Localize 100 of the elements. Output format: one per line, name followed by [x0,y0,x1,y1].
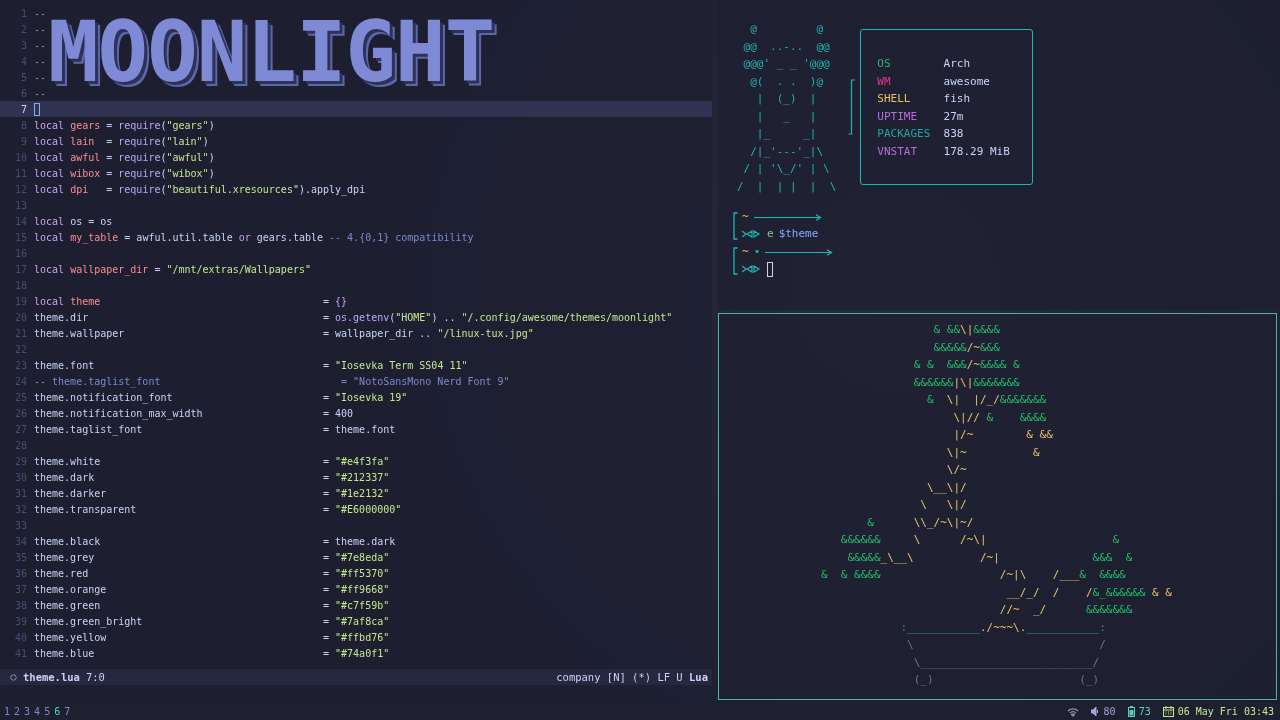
arrow-icon [753,213,822,221]
line-number: 8 [19,119,27,131]
line-number: 19 [13,295,27,307]
info-key: SHELL [877,90,944,108]
line-number: 22 [13,343,27,355]
workspace-tag[interactable]: 7 [64,706,71,717]
speaker-icon[interactable] [1090,707,1100,716]
ascii-art-line: @ @ [749,21,824,37]
line-number: 31 [13,487,27,499]
info-key: VNSTAT [877,142,944,160]
ascii-art-line: @@@' _ _ '@@@ [742,56,830,72]
line-number: 2 [19,23,27,35]
bonsai-ascii-line: \/~ [945,462,967,478]
line-number: 11 [13,167,27,179]
ascii-art-line: | _ | [755,108,817,125]
fish-icon [742,265,762,273]
code-line: local my_table = awful.util.table or gears.table -- 4.{0,1} compatibility [34,231,474,243]
info-value: awesome [943,73,990,90]
dirty-marker: • [753,244,761,261]
bonsai-ascii-line: \ \|/ [919,497,967,513]
bonsai-ascii-line: &&&&&&|\|&&&&&&& [912,374,1020,391]
bonsai-ascii-line: |/~ & && [952,427,1053,443]
line-number: 39 [13,615,27,627]
bonsai-ascii-line: & & &&&& /~|\ /___& &&&& [821,567,1126,583]
code-line: theme.white = "#e4f3fa" [34,455,390,467]
info-value: 27m [943,108,964,125]
bonsai-ascii-line: __/_/ / /&_&&&&&& & & [1005,584,1172,601]
line-number: 12 [13,183,27,195]
bonsai-ascii-line: \|// & &&&& [952,409,1047,426]
code-line: -- [34,7,47,19]
code-line: theme.black = theme.dark [34,535,396,547]
calendar-icon[interactable] [1162,706,1174,717]
line-number: 15 [13,231,27,243]
bonsai-ascii-line: & &&\|&&&& [932,322,1000,338]
code-line: local wibox = require("wibox") [34,167,215,179]
line-number: 24 [13,375,27,387]
workspace-tag[interactable]: 1 [4,706,11,717]
battery-icon[interactable] [1127,706,1135,717]
line-number: 37 [13,583,27,595]
code-line: local awful = require("awful") [34,151,215,163]
code-line: theme.transparent = "#E6000000" [34,503,402,515]
line-number: 34 [13,535,27,547]
info-key: OS [877,55,944,73]
line-number: 13 [13,199,27,211]
bonsai-ascii-line: :___________./~~~\.___________: [899,619,1106,636]
line-number: 20 [13,311,27,323]
line-number: 7 [19,103,27,115]
workspace-tag[interactable]: 4 [34,706,41,717]
widget-text: 06 May Fri 03:43 [1177,706,1274,717]
code-line: local dpi = require("beautiful.xresources").apply_dpi [34,183,366,195]
workspace-tag[interactable]: 6 [54,706,61,717]
command-text: e [767,226,774,243]
line-number: 29 [13,455,27,467]
mode-info: company [N] (*) LF U Lua [556,671,708,683]
code-line: theme.font = "Iosevka Term SS04 11" [34,359,468,371]
line-number: 3 [19,39,27,51]
ascii-art-line: / | '\_/' | \ [742,161,830,177]
ascii-art-line: /|_'---'_|\ [749,143,824,160]
bonsai-ascii-line: &&&&&/~&&& [932,339,1000,356]
code-line: theme.dark = "#212337" [34,471,390,483]
code-line: theme.green_bright = "#7af8ca" [34,615,390,627]
ascii-art-line: @@ ..-.. @@ [742,38,830,55]
code-line: -- [34,23,47,35]
line-number: 27 [13,423,27,435]
circle-icon [10,673,17,681]
bonsai-ascii-line: \|~ & [945,444,1040,461]
code-line: local gears = require("gears") [34,119,215,131]
line-number: 36 [13,567,27,579]
line-number: 23 [13,359,27,371]
code-line: theme.notification_max_width = 400 [34,407,354,419]
ascii-art-line: / | | | | \ [737,178,837,195]
fish-icon [742,230,762,238]
code-line: theme.darker = "#1e2132" [34,487,390,499]
code-line: theme.grey = "#7e8eda" [34,551,390,563]
line-number: 33 [13,519,27,531]
info-key: UPTIME [877,107,944,125]
line-number: 35 [13,551,27,563]
info-value: 178.29 MiB [943,143,1010,160]
line-number: 26 [13,407,27,419]
ascii-banner-title: MOONLIGHT [48,5,495,99]
widget-text: 80 [1103,706,1116,717]
bonsai-ascii-line: &&&&&_\__\ /~| &&& & [846,549,1133,566]
workspace-tag[interactable]: 2 [14,706,21,717]
bonsai-ascii-line: & \| |/_/&&&&&&& [925,392,1047,408]
line-number: 6 [19,87,27,99]
code-line: theme.blue = "#74a0f1" [34,647,390,659]
cursor-position: 7:0 [85,671,105,683]
info-value: fish [943,91,971,107]
code-line: local lain = require("lain") [34,135,209,147]
line-number: 41 [13,647,27,659]
line-number: 30 [13,471,27,483]
line-number: 28 [13,439,27,451]
code-line: -- [34,39,47,51]
bonsai-ascii-line: \ / [906,637,1106,653]
bonsai-ascii-line: (_) (_) [912,672,1100,688]
workspace-tag[interactable]: 5 [44,706,51,717]
wifi-icon[interactable] [1066,706,1079,717]
workspace-tag[interactable]: 3 [24,706,31,717]
line-number: 5 [19,71,27,83]
prompt-bracket-icon [733,246,738,275]
